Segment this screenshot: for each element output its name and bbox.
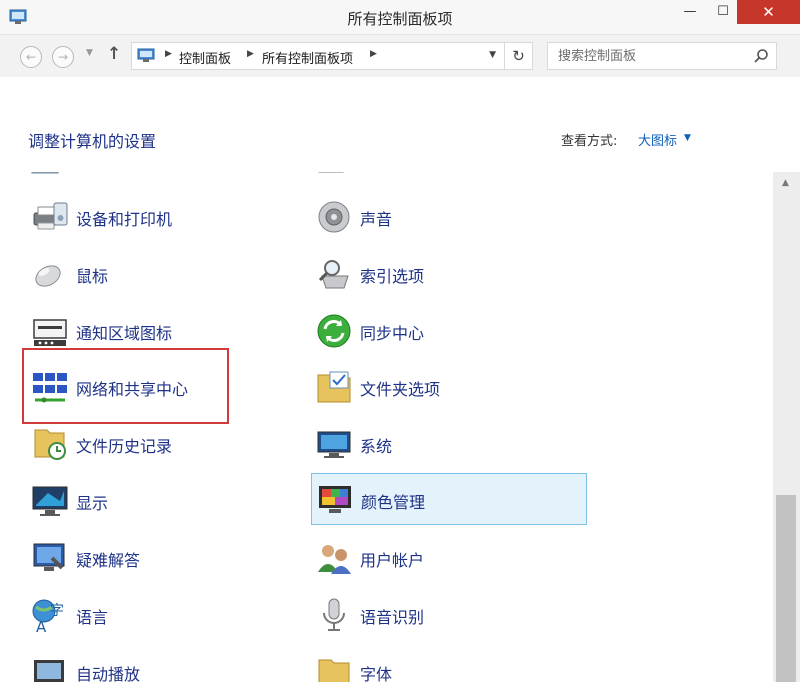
item-mouse[interactable]: 鼠标	[27, 248, 303, 300]
svg-text:A: A	[36, 618, 47, 635]
refresh-button[interactable]: ↻	[505, 42, 533, 70]
notification-tray-icon	[33, 319, 67, 346]
scroll-thumb[interactable]	[776, 495, 796, 682]
item-system[interactable]: 系统	[311, 418, 587, 470]
navigation-bar: ← → ▼ ↑ ▶ 控制面板 ▶ 所有控制面板项 ▶ ▼ ↻	[0, 35, 800, 77]
item-folder-options[interactable]: 文件夹选项	[311, 361, 587, 413]
item-label: 语言	[76, 608, 109, 627]
recent-locations-dropdown[interactable]: ▼	[86, 48, 93, 58]
folder-options-icon	[317, 371, 351, 403]
color-management-icon	[319, 486, 351, 513]
printer-icon	[33, 202, 68, 230]
item-label: 设备和打印机	[76, 210, 173, 229]
item-label: 文件历史记录	[76, 437, 173, 456]
item-label: 显示	[76, 494, 109, 513]
chevron-down-icon[interactable]: ▼	[684, 133, 691, 143]
forward-button[interactable]: →	[52, 46, 74, 68]
content-header: 调整计算机的设置 查看方式: 大图标 ▼	[0, 77, 800, 172]
control-panel-items: 设备和打印机 鼠标 通知区域图标 网络和共享中心 文件历史记录 显示 疑难解答 …	[0, 172, 773, 682]
search-box[interactable]	[547, 42, 777, 70]
page-heading: 调整计算机的设置	[28, 132, 157, 151]
close-button[interactable]: ✕	[737, 0, 800, 24]
item-indexing-options[interactable]: 索引选项	[311, 248, 587, 300]
indexing-icon	[318, 260, 349, 289]
control-panel-icon	[137, 48, 155, 62]
item-label: 疑难解答	[76, 551, 141, 570]
highlight-annotation-box	[22, 348, 229, 424]
troubleshoot-icon	[33, 543, 65, 571]
item-fonts[interactable]: 字体	[311, 646, 587, 682]
microphone-icon	[323, 598, 345, 631]
breadcrumb-separator[interactable]: ▶	[247, 49, 254, 59]
item-label: 文件夹选项	[360, 380, 441, 399]
autoplay-icon	[34, 660, 64, 682]
scroll-up-arrow-icon[interactable]: ▲	[782, 178, 789, 188]
file-history-icon	[34, 429, 66, 460]
minimize-button[interactable]: —	[675, 0, 705, 24]
item-sound[interactable]: 声音	[311, 191, 587, 243]
item-label: 声音	[360, 210, 393, 229]
breadcrumb-separator[interactable]: ▶	[165, 49, 172, 59]
item-troubleshooting[interactable]: 疑难解答	[27, 532, 303, 584]
item-label: 通知区域图标	[76, 324, 173, 343]
item-speech-recognition[interactable]: 语音识别	[311, 589, 587, 641]
address-dropdown[interactable]: ▼	[489, 50, 496, 60]
mouse-icon	[35, 265, 61, 287]
item-label: 鼠标	[76, 267, 109, 286]
item-label: 颜色管理	[361, 493, 426, 512]
back-button[interactable]: ←	[20, 46, 42, 68]
breadcrumb-separator[interactable]: ▶	[370, 49, 377, 59]
item-label: 系统	[360, 437, 393, 456]
view-by-dropdown[interactable]: 大图标	[638, 130, 677, 149]
fonts-icon	[318, 659, 350, 682]
item-file-history[interactable]: 文件历史记录	[27, 418, 303, 470]
item-label: 自动播放	[76, 665, 141, 682]
item-label: 索引选项	[360, 267, 425, 286]
item-label: 字体	[360, 665, 393, 682]
sync-icon	[317, 314, 351, 348]
search-input[interactable]	[548, 43, 748, 69]
users-icon	[318, 545, 351, 574]
language-icon: 字 A	[32, 599, 64, 635]
item-label: 语音识别	[360, 608, 425, 627]
item-label: 同步中心	[360, 324, 425, 343]
title-bar: 所有控制面板项 — ☐ ✕	[0, 0, 800, 35]
item-user-accounts[interactable]: 用户帐户	[311, 532, 587, 584]
view-by-label: 查看方式:	[561, 134, 618, 149]
display-icon	[32, 486, 68, 516]
item-language[interactable]: 字 A 语言	[27, 589, 303, 641]
vertical-scrollbar[interactable]: ▲	[773, 172, 800, 682]
address-bar[interactable]: ▶ 控制面板 ▶ 所有控制面板项 ▶ ▼	[131, 42, 505, 70]
item-color-management[interactable]: 颜色管理	[311, 473, 587, 525]
item-sync-center[interactable]: 同步中心	[311, 305, 587, 357]
maximize-button[interactable]: ☐	[708, 0, 738, 24]
item-autoplay[interactable]: 自动播放	[27, 646, 303, 682]
svg-text:字: 字	[50, 603, 64, 619]
item-devices-printers[interactable]: 设备和打印机	[27, 191, 303, 243]
breadcrumb-control-panel[interactable]: 控制面板	[179, 48, 231, 67]
partial-item-icon	[318, 172, 344, 173]
item-label: 用户帐户	[360, 551, 425, 570]
system-icon	[317, 431, 351, 458]
breadcrumb-all-items[interactable]: 所有控制面板项	[262, 48, 353, 67]
search-icon[interactable]	[753, 48, 769, 64]
item-display[interactable]: 显示	[27, 475, 303, 527]
up-button[interactable]: ↑	[107, 44, 121, 64]
speaker-icon	[318, 201, 350, 233]
partial-item-icon	[31, 172, 59, 174]
